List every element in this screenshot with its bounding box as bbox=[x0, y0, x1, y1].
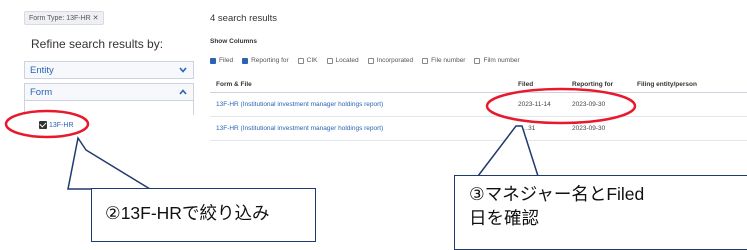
header-reporting-for[interactable]: Reporting for bbox=[572, 81, 613, 88]
table-header: Form & File Filed Reporting for Filing e… bbox=[210, 77, 747, 93]
refine-title: Refine search results by: bbox=[31, 37, 164, 51]
callout-filter-step: ②13F-HRで絞り込み bbox=[91, 188, 316, 242]
filed-date: 2023-11-14 bbox=[518, 101, 551, 108]
toggle-filed[interactable]: Filed bbox=[210, 57, 233, 64]
callout-text-line1: ③マネジャー名とFiled bbox=[469, 184, 645, 204]
facet-form[interactable]: Form bbox=[24, 83, 194, 101]
toggle-label: Located bbox=[335, 57, 359, 64]
checkbox-checked-icon[interactable] bbox=[39, 121, 47, 129]
toggle-label: File number bbox=[431, 57, 466, 64]
header-form-file[interactable]: Form & File bbox=[216, 81, 252, 88]
callout-text: ②13F-HRで絞り込み bbox=[105, 203, 270, 223]
toggle-incorporated[interactable]: Incorporated bbox=[367, 57, 414, 64]
toggle-label: Film number bbox=[483, 57, 520, 64]
filed-date: 2…31 bbox=[518, 125, 536, 132]
checkbox-icon[interactable] bbox=[326, 57, 333, 64]
checkbox-icon[interactable] bbox=[367, 57, 374, 64]
toggle-reporting-for[interactable]: Reporting for bbox=[242, 57, 289, 64]
toggle-cik[interactable]: CIK bbox=[297, 57, 318, 64]
facet-option-label: 13F-HR bbox=[49, 121, 74, 129]
facet-entity[interactable]: Entity bbox=[24, 61, 194, 79]
toggle-label: Incorporated bbox=[376, 57, 414, 64]
callout-check-step: ③マネジャー名とFiled 日を確認 bbox=[454, 175, 747, 250]
reporting-date: 2023-09-30 bbox=[572, 125, 606, 132]
toggle-label: CIK bbox=[306, 57, 318, 64]
facet-form-label: Form bbox=[30, 87, 53, 98]
show-columns-label: Show Columns bbox=[210, 38, 257, 45]
form-file-link[interactable]: 13F-HR (Institutional investment manager… bbox=[216, 125, 383, 132]
chevron-up-icon bbox=[179, 89, 187, 95]
table-row[interactable]: 13F-HR (Institutional investment manager… bbox=[210, 93, 747, 117]
checkbox-icon[interactable] bbox=[422, 57, 429, 64]
table-row[interactable]: 13F-HR (Institutional investment manager… bbox=[210, 117, 747, 141]
toggle-label: Reporting for bbox=[251, 57, 289, 64]
checkbox-icon[interactable] bbox=[474, 57, 481, 64]
facet-form-panel bbox=[24, 101, 194, 115]
toggle-film-number[interactable]: Film number bbox=[474, 57, 520, 64]
chevron-down-icon bbox=[179, 67, 187, 73]
reporting-date: 2023-09-30 bbox=[572, 101, 606, 108]
form-file-link[interactable]: 13F-HR (Institutional investment manager… bbox=[216, 101, 383, 108]
toggle-label: Filed bbox=[219, 57, 234, 64]
header-filed[interactable]: Filed bbox=[518, 81, 533, 88]
toggle-located[interactable]: Located bbox=[326, 57, 359, 64]
active-filter-tag[interactable]: Form Type: 13F-HR ✕ bbox=[24, 11, 104, 25]
header-filing-entity[interactable]: Filing entity/person bbox=[637, 81, 697, 88]
checkbox-checked-icon[interactable] bbox=[210, 57, 216, 64]
checkbox-checked-icon[interactable] bbox=[242, 57, 249, 64]
toggle-file-number[interactable]: File number bbox=[422, 57, 465, 64]
column-toggles: Filed Reporting for CIK Located Incorpor… bbox=[210, 57, 520, 64]
callout-text-line2: 日を確認 bbox=[469, 208, 539, 228]
facet-option-13f-hr[interactable]: 13F-HR bbox=[39, 121, 74, 129]
checkbox-icon[interactable] bbox=[297, 57, 304, 64]
results-count: 4 search results bbox=[210, 13, 278, 24]
facet-entity-label: Entity bbox=[30, 65, 54, 76]
